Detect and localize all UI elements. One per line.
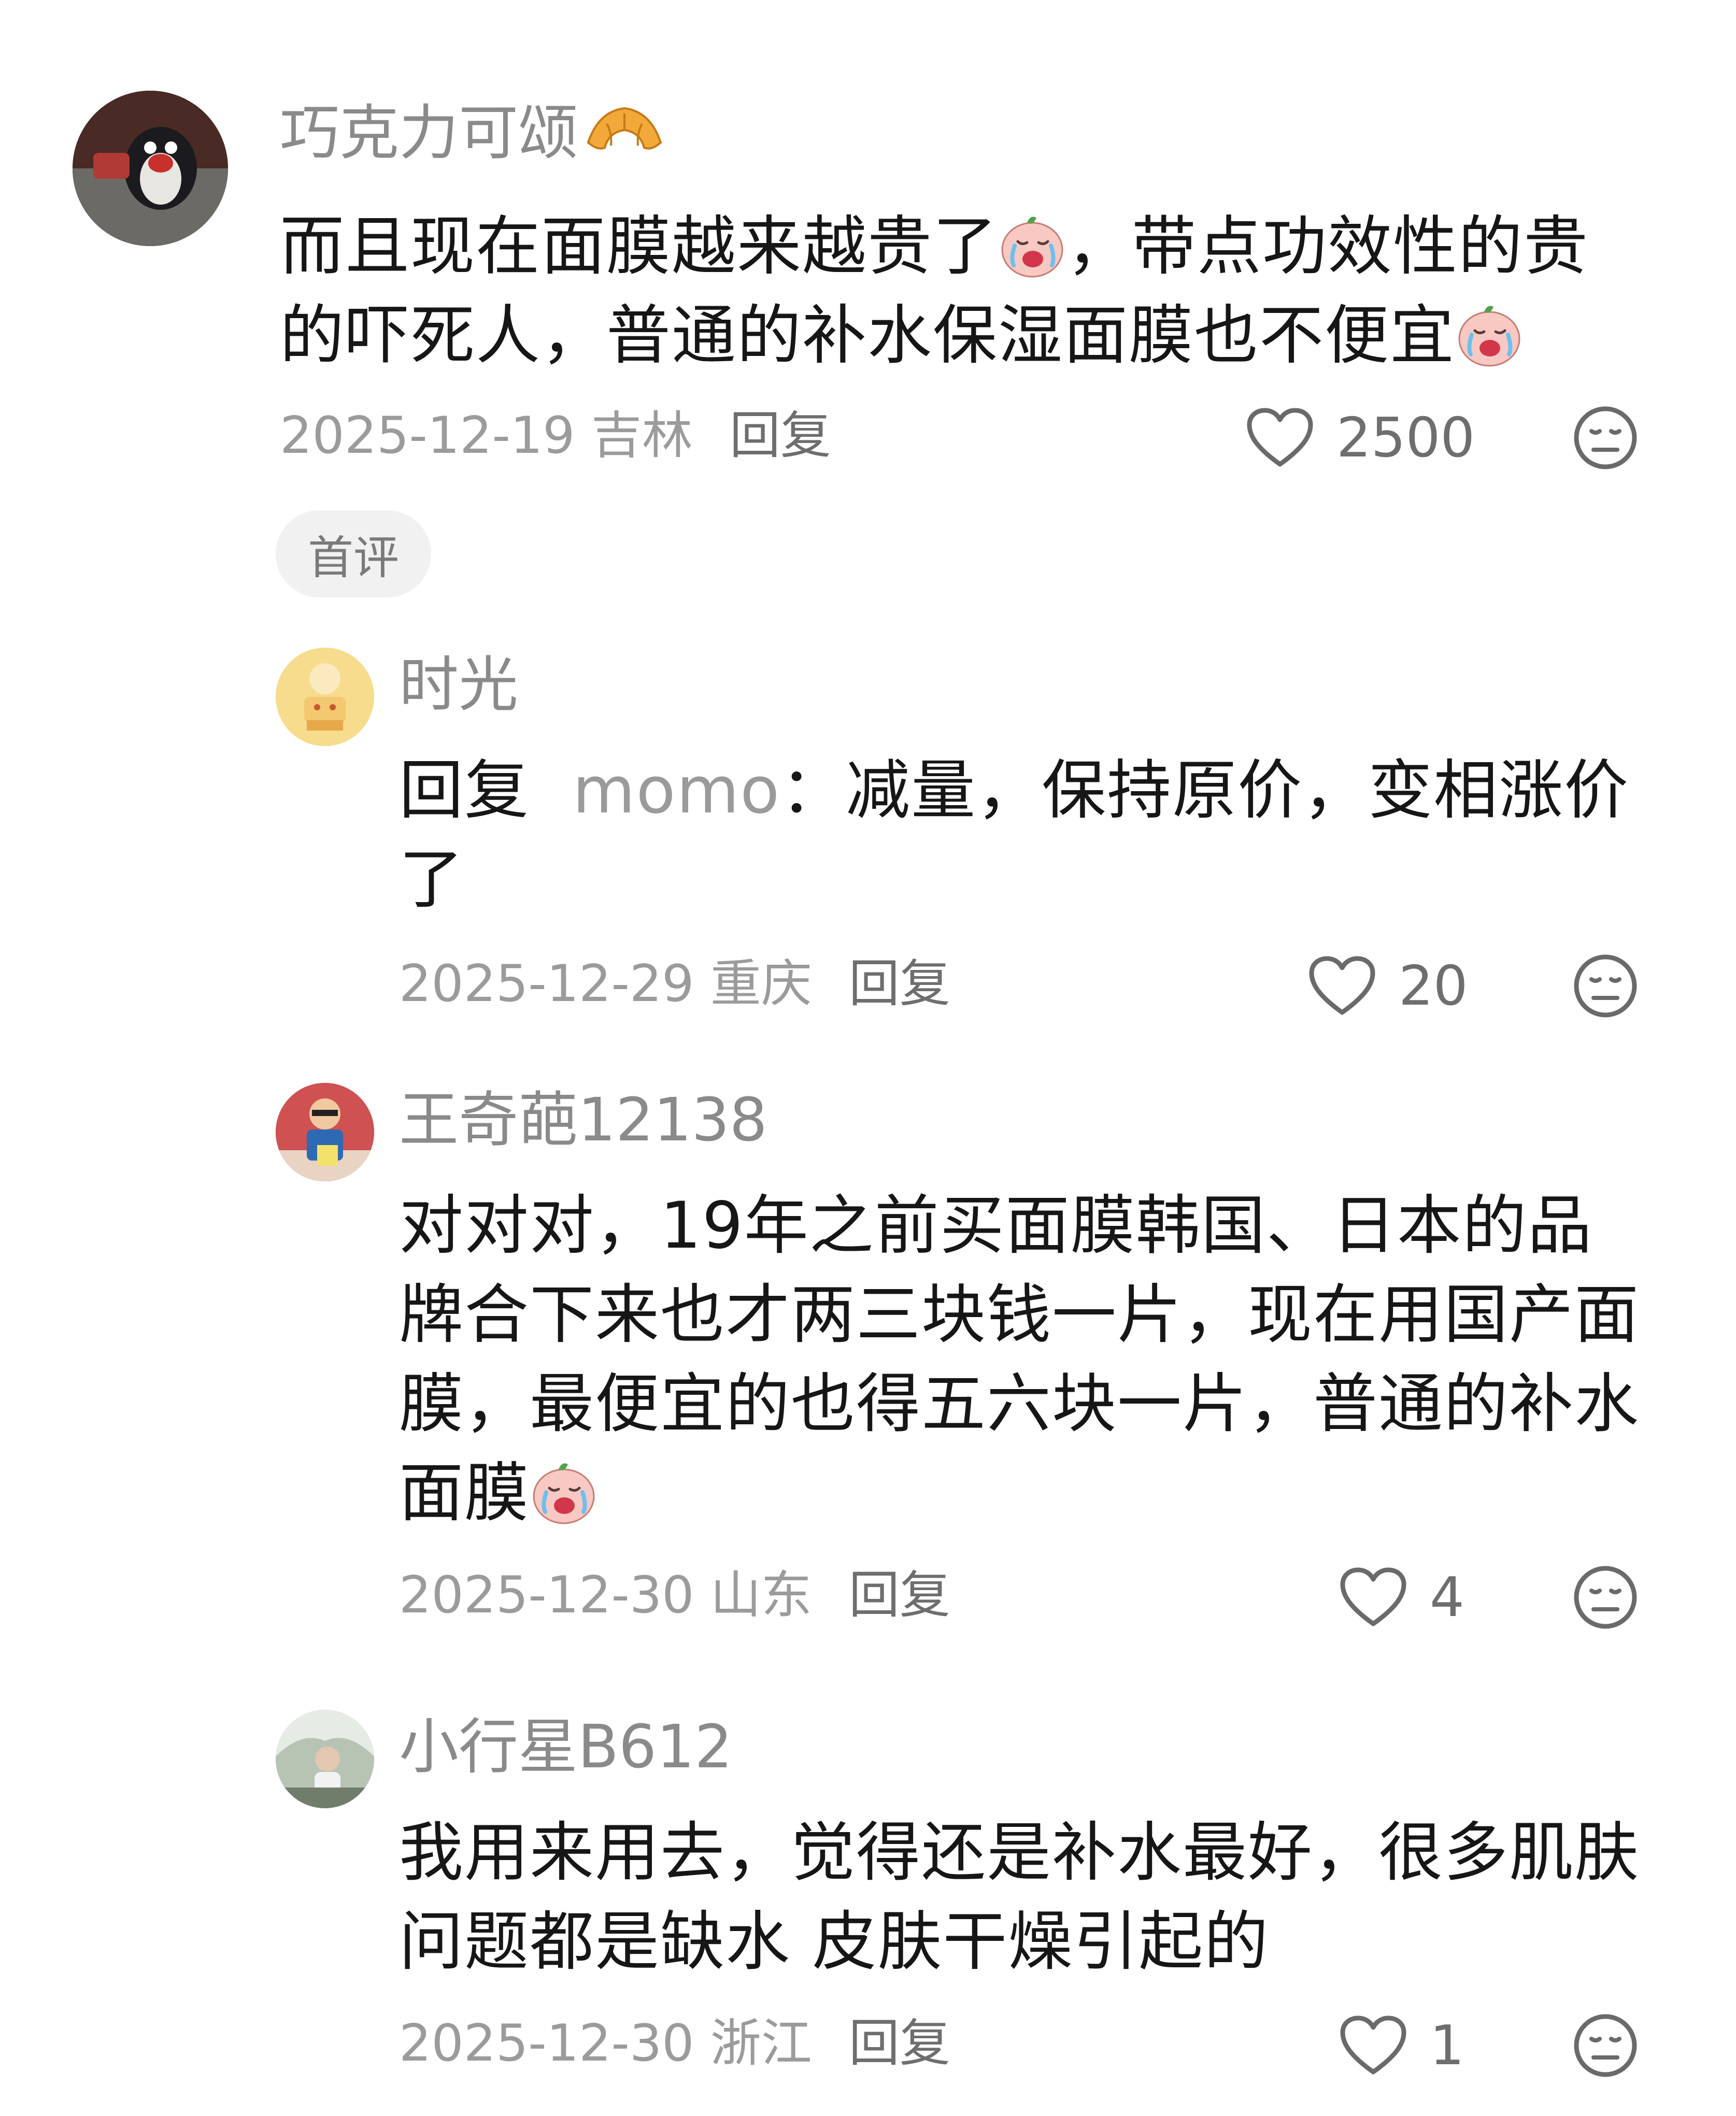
heart-icon <box>1340 1567 1407 1628</box>
like-count: 2500 <box>1336 406 1475 469</box>
avatar[interactable] <box>276 1083 374 1181</box>
like-button[interactable]: 20 <box>1308 952 1468 1020</box>
dislike-face-icon[interactable] <box>1573 953 1638 1019</box>
comment-meta: 2025-12-19 吉林 回复 <box>280 410 831 461</box>
heart-icon <box>1308 955 1376 1017</box>
avatar[interactable] <box>73 91 228 246</box>
username[interactable]: 时光 <box>399 655 518 715</box>
content-text: 而且现在面膜越来越贵了 <box>280 209 999 284</box>
mention-link[interactable]: momo <box>573 753 780 828</box>
username-text[interactable]: 巧克力可颂 <box>280 98 578 168</box>
like-button[interactable]: 1 <box>1340 2012 1464 2079</box>
character-avatar-image <box>276 1083 374 1181</box>
badge-text: 首评 <box>307 531 399 584</box>
heart-icon <box>1246 407 1314 468</box>
comment-location: 吉林 <box>591 406 693 465</box>
comment-meta: 2025-12-30 山东 回复 <box>399 1570 950 1621</box>
dislike-face-icon[interactable] <box>1573 2013 1638 2078</box>
cake-avatar-image <box>276 648 374 746</box>
crying-emoji-icon <box>998 211 1066 280</box>
username-text[interactable]: 时光 <box>399 650 518 720</box>
like-count: 4 <box>1430 1565 1464 1629</box>
comment-date: 2025-12-30 <box>399 1566 694 1625</box>
username[interactable]: 王奇葩12138 <box>399 1091 767 1150</box>
comment-date: 2025-12-29 <box>399 954 694 1013</box>
comment-meta: 2025-12-30 浙江 回复 <box>399 2018 950 2069</box>
reply-button[interactable]: 回复 <box>849 1566 950 1625</box>
like-button[interactable]: 4 <box>1340 1564 1464 1631</box>
comment-date: 2025-12-19 <box>280 406 575 465</box>
like-button[interactable]: 2500 <box>1246 404 1475 471</box>
reply-prefix: 回复 <box>399 753 530 828</box>
comment-content: 而且现在面膜越来越贵了 ，带点功效性的贵的吓死人，普通的补水保湿面膜也不便宜 <box>280 202 1653 380</box>
username-text[interactable]: 王奇葩12138 <box>399 1085 767 1155</box>
comment-content: 对对对，19年之前买面膜韩国、日本的品牌合下来也才两三块钱一片，现在用国产面膜，… <box>399 1181 1653 1538</box>
like-count: 1 <box>1430 2013 1464 2077</box>
heart-icon <box>1340 2015 1407 2076</box>
penguin-avatar-image <box>73 91 228 246</box>
comment-location: 浙江 <box>710 2014 812 2073</box>
like-count: 20 <box>1399 954 1468 1018</box>
comment-date: 2025-12-30 <box>399 2014 694 2073</box>
crying-emoji-icon <box>530 1458 598 1526</box>
reply-button[interactable]: 回复 <box>849 2014 950 2073</box>
dislike-face-icon[interactable] <box>1573 1565 1638 1630</box>
username-text[interactable]: 小行星B612 <box>399 1712 732 1782</box>
comment-location: 山东 <box>710 1566 812 1625</box>
reply-button[interactable]: 回复 <box>849 954 950 1013</box>
crying-emoji-icon <box>1455 301 1524 369</box>
comment-content: 回复 momo：减量，保持原价，变相涨价了 <box>399 746 1653 924</box>
comment-content: 我用来用去，觉得还是补水最好，很多肌肤问题都是缺水 皮肤干燥引起的 <box>399 1808 1653 1986</box>
comment-location: 重庆 <box>710 954 812 1013</box>
content-text: 我用来用去，觉得还是补水最好，很多肌肤问题都是缺水 皮肤干燥引起的 <box>399 1815 1640 1979</box>
portrait-avatar-image <box>276 1710 374 1808</box>
avatar[interactable] <box>276 1710 374 1808</box>
reply-button[interactable]: 回复 <box>730 406 831 465</box>
croissant-icon <box>583 101 666 173</box>
dislike-face-icon[interactable] <box>1573 405 1638 470</box>
first-comment-badge: 首评 <box>276 510 431 597</box>
comment-meta: 2025-12-29 重庆 回复 <box>399 959 950 1009</box>
username[interactable]: 巧克力可颂 <box>280 101 666 173</box>
avatar[interactable] <box>276 648 374 746</box>
username[interactable]: 小行星B612 <box>399 1718 732 1777</box>
